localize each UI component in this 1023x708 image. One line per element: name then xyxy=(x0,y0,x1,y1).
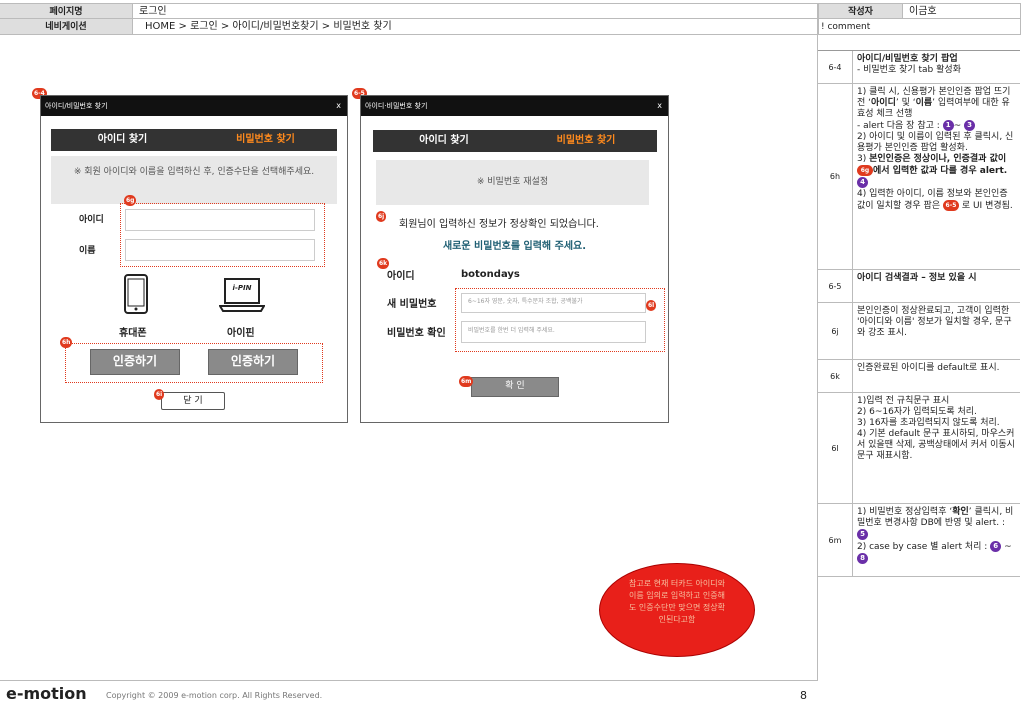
alert-ref-1: 1 xyxy=(942,120,954,131)
author-name: 이금호 xyxy=(903,3,1021,19)
author-label: 작성자 xyxy=(818,3,903,19)
page-number: 8 xyxy=(800,689,807,702)
popup-title-bar: 아이디/비밀번호 찾기 x xyxy=(41,96,347,116)
comment-num: 6m xyxy=(818,504,853,576)
ref-6g: 6g xyxy=(857,165,873,176)
tab-find-id[interactable]: 아이디 찾기 xyxy=(51,129,194,151)
badge-6i: 6i xyxy=(154,389,165,400)
page-name-label: 페이지명 xyxy=(0,3,133,19)
alert-ref-6: 6 xyxy=(990,541,1002,552)
ipin-icon[interactable]: i-PIN xyxy=(218,278,266,312)
close-icon[interactable]: x xyxy=(336,96,341,116)
annotation-6g-box xyxy=(120,203,325,267)
comment-row: 6l 1)입력 전 규칙문구 표시 2) 6~16자가 입력되도록 처리. 3)… xyxy=(818,393,1020,504)
tab-find-password[interactable]: 비밀번호 찾기 xyxy=(515,130,657,152)
notice-box: ※ 회원 아이디와 이름을 입력하신 후, 인증수단을 선택해주세요. xyxy=(51,156,337,204)
comment-text: 아이디 검색결과 – 정보 있을 시 xyxy=(857,273,977,283)
comment-label: ! comment xyxy=(818,19,1021,35)
close-icon[interactable]: x xyxy=(657,96,662,116)
close-button[interactable]: 닫 기 xyxy=(161,392,225,410)
new-password-label: 새 비밀번호 xyxy=(387,299,437,310)
note-bubble: 참고로 현재 터카드 아이디와 이름 임의로 입력하고 인증해도 인증수단만 맞… xyxy=(599,563,755,657)
comment-table: 6-4 아이디/비밀번호 찾기 팝업 - 비밀번호 찾기 tab 활성화 6h 1… xyxy=(818,50,1020,577)
popup2-title-bar: 아이디·비밀번호 찾기 x xyxy=(361,96,668,116)
tab-find-password[interactable]: 비밀번호 찾기 xyxy=(194,129,337,151)
popup-title: 아이디/비밀번호 찾기 xyxy=(45,102,108,110)
comment-row: 6h 1) 클릭 시, 신용평가 본인인증 팝업 뜨기 전 ‘아이디’ 및 ‘이… xyxy=(818,84,1020,270)
annotation-6l-box xyxy=(455,288,665,352)
ipin-text: i-PIN xyxy=(232,284,252,292)
comment-num: 6h xyxy=(818,84,853,269)
id-label: 아이디 xyxy=(387,271,415,282)
comment-6-4-detail: - 비밀번호 찾기 tab 활성화 xyxy=(857,65,961,75)
alert-ref-4: 4 xyxy=(857,177,868,188)
confirm-button[interactable]: 확 인 xyxy=(471,377,559,397)
label-id: 아이디 xyxy=(79,215,104,225)
badge-6k: 6k xyxy=(377,258,390,269)
page-name: 로그인 xyxy=(133,3,818,19)
nav-label: 네비게이션 xyxy=(0,19,133,35)
id-value: botondays xyxy=(461,269,520,280)
comment-text: 인증완료된 아이디를 default로 표시. xyxy=(857,363,1000,373)
new-password-message: 새로운 비밀번호를 입력해 주세요. xyxy=(442,241,587,252)
badge-6l: 6l xyxy=(646,300,657,311)
footer-copyright: Copyright © 2009 e-motion corp. All Righ… xyxy=(106,691,323,700)
comment-row: 6k 인증완료된 아이디를 default로 표시. xyxy=(818,360,1020,393)
popup2-title: 아이디·비밀번호 찾기 xyxy=(365,102,428,110)
comment-num: 6l xyxy=(818,393,853,503)
comment-row: 6-4 아이디/비밀번호 찾기 팝업 - 비밀번호 찾기 tab 활성화 xyxy=(818,51,1020,84)
popup-tabs: 아이디 찾기 비밀번호 찾기 xyxy=(51,129,337,151)
reset-title-box: ※ 비밀번호 재설정 xyxy=(376,160,649,205)
popup2-tabs: 아이디 찾기 비밀번호 찾기 xyxy=(373,130,657,152)
tab-find-id[interactable]: 아이디 찾기 xyxy=(373,130,515,152)
comment-text: 아이디/비밀번호 찾기 팝업 - 비밀번호 찾기 tab 활성화 xyxy=(853,51,1020,83)
comment-num: 6-5 xyxy=(818,270,853,302)
annotation-6h-box xyxy=(65,343,323,383)
phone-label: 휴대폰 xyxy=(119,328,147,339)
verified-message: 회원님이 입력하신 정보가 정상확인 되었습니다. xyxy=(399,219,599,230)
comment-text: 1) 클릭 시, 신용평가 본인인증 팝업 뜨기 전 ‘아이디’ 및 ‘이름’ … xyxy=(857,87,1014,211)
confirm-password-label: 비밀번호 확인 xyxy=(387,328,446,339)
ipin-label: 아이핀 xyxy=(227,328,255,339)
comment-num: 6-4 xyxy=(818,51,853,83)
alert-ref-8: 8 xyxy=(857,553,868,564)
alert-ref-5: 5 xyxy=(857,529,868,540)
badge-6j: 6j xyxy=(376,211,387,222)
label-name: 이름 xyxy=(79,246,96,256)
comment-row: 6m 1) 비밀번호 정상입력후 ‘확인’ 클릭시, 비밀번호 변경사항 DB에… xyxy=(818,504,1020,577)
footer-logo: e-motion xyxy=(6,684,87,703)
phone-icon[interactable] xyxy=(123,274,149,314)
comment-6-4-title: 아이디/비밀번호 찾기 팝업 xyxy=(857,54,958,64)
comment-row: 6-5 아이디 검색결과 – 정보 있을 시 xyxy=(818,270,1020,303)
badge-6m: 6m xyxy=(459,376,474,387)
alert-ref-3: 3 xyxy=(964,120,976,131)
ref-6-5: 6-5 xyxy=(942,200,959,211)
comment-num: 6k xyxy=(818,360,853,392)
comment-num: 6j xyxy=(818,303,853,359)
content-bottom-line xyxy=(0,680,818,681)
comment-text: 1) 비밀번호 정상입력후 ‘확인’ 클릭시, 비밀번호 변경사항 DB에 반영… xyxy=(857,507,1014,564)
comment-text: 본인인증이 정상완료되고, 고객이 입력한 '아이디와 이름' 정보가 일치할 … xyxy=(857,306,1012,338)
nav-path: HOME > 로그인 > 아이디/비밀번호찾기 > 비밀번호 찾기 xyxy=(133,19,818,35)
comment-row: 6j 본인인증이 정상완료되고, 고객이 입력한 '아이디와 이름' 정보가 일… xyxy=(818,303,1020,360)
comment-text: 1)입력 전 규칙문구 표시 2) 6~16자가 입력되도록 처리. 3) 16… xyxy=(857,396,1015,461)
reset-password-popup: 아이디·비밀번호 찾기 x 아이디 찾기 비밀번호 찾기 ※ 비밀번호 재설정 … xyxy=(360,95,669,423)
